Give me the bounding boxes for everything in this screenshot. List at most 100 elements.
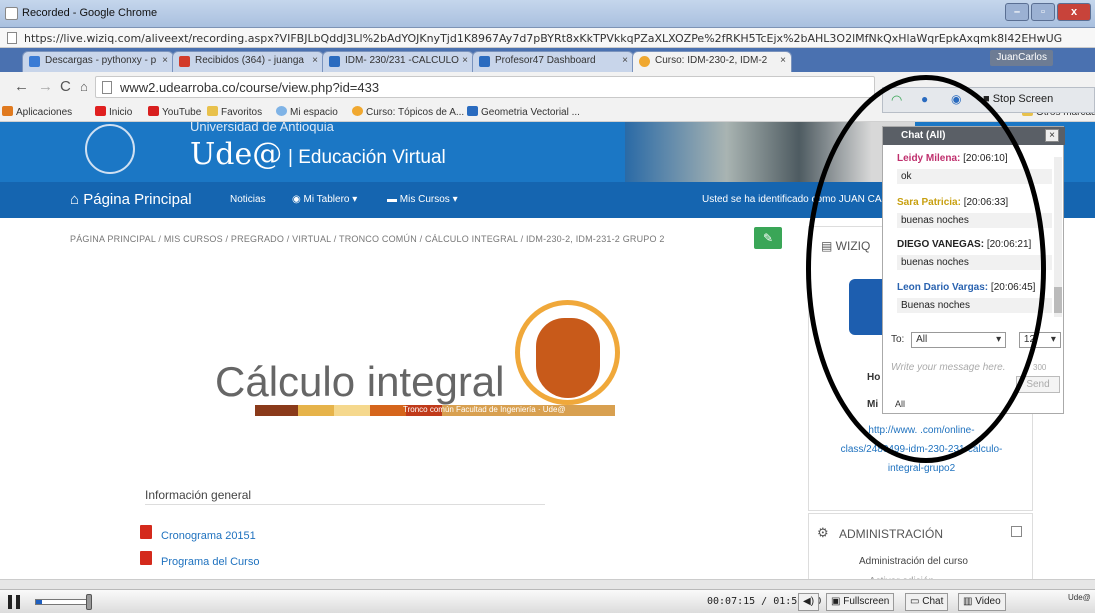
admin-course-link[interactable]: Administración del curso [859,556,968,567]
chat-header: Chat (All) [883,127,1065,145]
video-button[interactable]: ▥ Video [958,593,1006,611]
fullscreen-button[interactable]: ▣ Fullscreen [826,593,895,611]
folder-icon [29,56,40,67]
divider [145,504,545,505]
player-bar: 00:07:15 / 01:55:00 ◀) ▣ Fullscreen ▭ Ch… [0,589,1095,613]
bookmark-geometria[interactable]: Geometria Vectorial ... [467,106,580,118]
char-limit: 300 [1033,363,1047,372]
tab-idm[interactable]: IDM- 230/231 -CALCULO × [322,51,474,72]
tab-descargas[interactable]: Descargas - pythonxy - p × [22,51,174,72]
reload-icon[interactable]: C [60,78,71,95]
window-title-bar: Recorded - Google Chrome – ▫ x [0,0,1095,28]
tab-profesor[interactable]: Profesor47 Dashboard × [472,51,634,72]
tab-close-icon[interactable]: × [780,55,786,66]
volume-icon[interactable]: ◀) [798,593,820,611]
udea-icon [352,106,363,116]
breadcrumb[interactable]: PÁGINA PRINCIPAL / MIS CURSOS / PREGRADO… [70,234,665,244]
edit-button[interactable]: ✎ [754,227,782,249]
site-subtitle: | Educación Virtual [288,147,446,168]
send-button[interactable]: Send [1016,376,1060,393]
recording-url: https://live.wiziq.com/aliveext/recordin… [24,32,1063,45]
wiziq-block-title: ▤ WIZIQ [821,239,871,253]
identified-user: Usted se ha identificado como JUAN CAR [702,194,889,205]
site-brand[interactable]: Ude@ [190,137,282,172]
seek-progress [36,600,43,604]
chat-close-icon[interactable]: × [1045,129,1059,142]
chat-message: Leon Dario Vargas: [20:06:45] Buenas noch… [897,282,1052,313]
address-text: www2.udearroba.co/course/view.php?id=433 [120,80,380,95]
youtube-icon [148,106,159,116]
recording-url-bar: https://live.wiziq.com/aliveext/recordin… [0,28,1095,48]
class-link-3[interactable]: integral-grupo2 [809,463,1034,474]
section-title: Información general [145,488,252,502]
bottom-recipient[interactable]: All [895,399,905,409]
admin-title: ADMINISTRACIÓN [839,527,944,541]
recipient-select[interactable]: All ▾ [911,332,1007,348]
maximize-button[interactable]: ▫ [1031,3,1055,21]
window-title: Recorded - Google Chrome [22,7,158,19]
chat-message-input[interactable]: Write your message here. [891,362,1006,373]
chat-bubble-icon[interactable]: ◉ [951,92,961,106]
logo-bar-text: Tronco común Facultad de Ingeniería · Ud… [403,405,566,414]
apps-icon [2,106,13,116]
udea-icon [639,56,650,67]
tab-curso[interactable]: Curso: IDM-230-2, IDM-2 × [632,51,792,72]
tab-close-icon[interactable]: × [622,55,628,66]
wiziq-icon [467,106,478,116]
chat-message: Sara Patricia: [20:06:33] buenas noches [897,197,1052,228]
chat-button[interactable]: ▭ Chat [905,593,949,611]
class-link-1[interactable]: http://www. .com/online- [809,425,1034,436]
bookmark-youtube[interactable]: YouTube [148,106,201,118]
collapse-icon[interactable] [1011,526,1022,537]
university-name: Universidad de Antioquia [190,122,334,134]
font-size-select[interactable]: 12 ▾ [1018,332,1061,348]
address-bar[interactable]: www2.udearroba.co/course/view.php?id=433 [95,76,875,98]
tab-recibidos[interactable]: Recibidos (364) - juanga × [172,51,324,72]
tab-close-icon[interactable]: × [162,55,168,66]
course-logo-title: Cálculo integral [215,358,505,405]
forward-icon[interactable]: → [38,78,53,95]
home-icon[interactable]: ⌂ [80,79,88,94]
bookmark-mi-espacio[interactable]: Mi espacio [276,106,338,118]
chat-message: Leidy Milena: [20:06:10] ok [897,153,1052,184]
chrome-icon [5,7,18,20]
chat-scrollbar[interactable] [1054,157,1062,317]
horizontal-scrollbar[interactable] [0,579,1095,589]
seek-handle[interactable] [86,594,92,610]
mic-icon[interactable]: ● [921,92,928,106]
bookmark-inicio[interactable]: Inicio [95,106,132,118]
stop-screen-button[interactable]: ■ Stop Screen [983,93,1053,105]
folder-icon [207,106,218,116]
gears-icon: ⚙ [817,525,829,540]
pdf-icon [140,551,152,565]
user-badge[interactable]: JuanCarlos [990,50,1053,66]
close-button[interactable]: x [1057,3,1091,21]
player-brand: Ude@ [1068,593,1091,602]
chat-message: DIEGO VANEGAS: [20:06:21] buenas noches [897,239,1052,270]
nav-courses[interactable]: ▬ Mis Cursos ▾ [387,194,458,205]
nav-dashboard[interactable]: ◉ Mi Tablero ▾ [292,194,357,205]
pause-icon [16,595,20,609]
bookmark-apps[interactable]: Aplicaciones [2,106,72,118]
tab-close-icon[interactable]: × [312,55,318,66]
pause-button[interactable] [8,595,22,609]
back-icon[interactable]: ← [14,78,29,95]
class-link-2[interactable]: class/2480499-idm-230-231-calculo- [809,444,1034,455]
nav-home[interactable]: ⌂ Página Principal [70,191,192,208]
tab-close-icon[interactable]: × [462,55,468,66]
wiziq-label-mi: Mi [867,399,879,410]
seek-bar[interactable] [35,599,90,605]
page-icon [102,81,112,94]
minimize-button[interactable]: – [1005,3,1029,21]
inicio-icon [95,106,106,116]
bookmark-favoritos[interactable]: Favoritos [207,106,262,118]
nav-news[interactable]: Noticias [230,194,266,205]
chat-panel: Chat (All) × Leidy Milena: [20:06:10] ok … [882,126,1065,414]
doc-link-programa[interactable]: Programa del Curso [161,556,259,568]
pdf-icon [140,525,152,539]
admin-block: ⚙ ADMINISTRACIÓN Administración del curs… [808,513,1033,589]
bookmark-curso-topicos[interactable]: Curso: Tópicos de A... [352,106,464,118]
scroll-thumb[interactable] [1054,287,1062,313]
wiziq-icon [479,56,490,67]
doc-link-cronograma[interactable]: Cronograma 20151 [161,530,256,542]
